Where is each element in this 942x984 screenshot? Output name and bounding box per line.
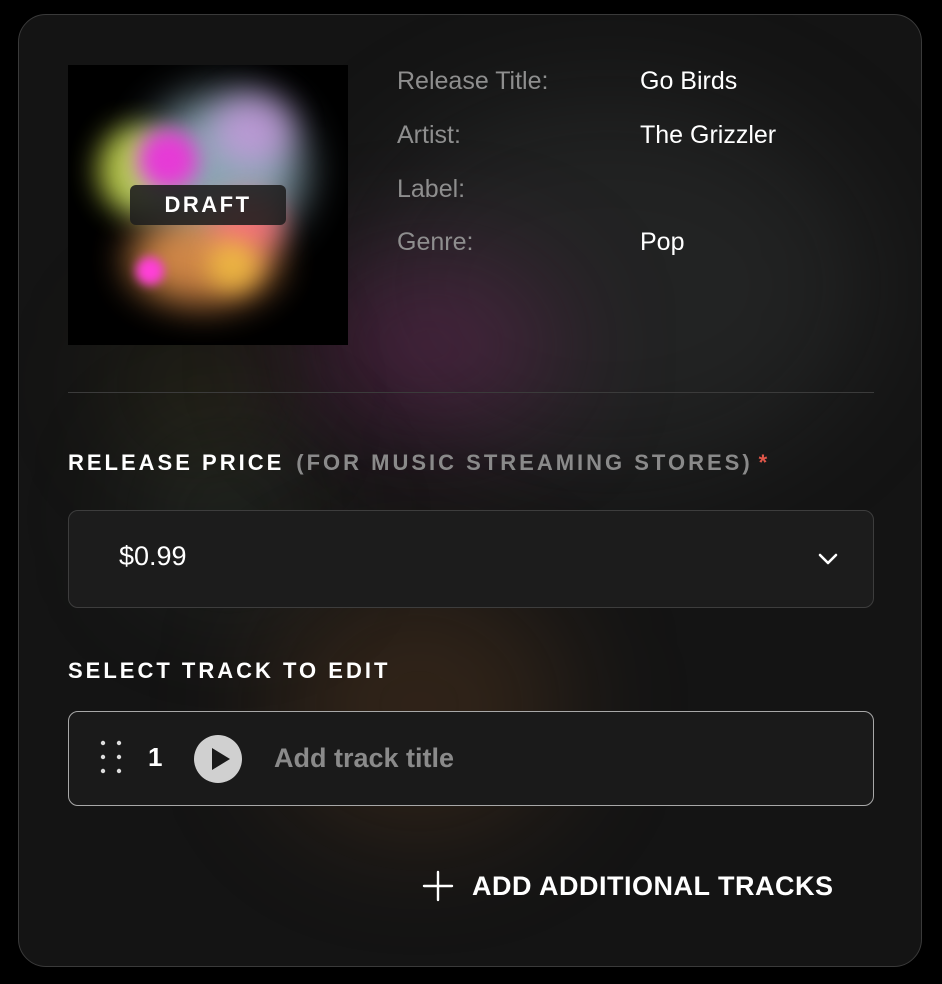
track-number: 1	[148, 742, 163, 772]
release-price-subtitle: (FOR MUSIC STREAMING STORES)	[296, 450, 753, 475]
select-track-heading: SELECT TRACK TO EDIT	[68, 658, 391, 683]
section-divider	[68, 392, 874, 393]
release-card: DRAFT Release Title: Go Birds Artist: Th…	[18, 14, 922, 967]
release-price-title: RELEASE PRICE	[68, 450, 285, 475]
required-marker: *	[758, 450, 771, 475]
genre-value: Pop	[640, 228, 685, 256]
drag-handle-icon[interactable]	[99, 739, 123, 775]
plus-icon	[422, 870, 454, 902]
add-tracks-label: ADD ADDITIONAL TRACKS	[472, 870, 834, 901]
artist-label: Artist:	[397, 121, 461, 149]
play-icon[interactable]	[194, 735, 242, 783]
track-title-input[interactable]	[274, 734, 834, 782]
selected-price: $0.99	[119, 541, 187, 571]
track-row[interactable]: 1	[68, 711, 874, 806]
label-label: Label:	[397, 175, 466, 203]
chevron-down-icon	[818, 553, 838, 565]
release-price-select[interactable]: $0.99	[68, 510, 874, 608]
release-title-label: Release Title:	[397, 67, 549, 95]
artist-value: The Grizzler	[640, 121, 777, 149]
draft-badge: DRAFT	[130, 185, 286, 225]
add-additional-tracks-button[interactable]: ADD ADDITIONAL TRACKS	[422, 866, 834, 906]
background-glow	[349, 95, 869, 475]
release-price-heading: RELEASE PRICE (FOR MUSIC STREAMING STORES…	[68, 450, 770, 476]
album-artwork: DRAFT	[68, 65, 348, 345]
release-title-value: Go Birds	[640, 67, 738, 95]
genre-label: Genre:	[397, 228, 474, 256]
